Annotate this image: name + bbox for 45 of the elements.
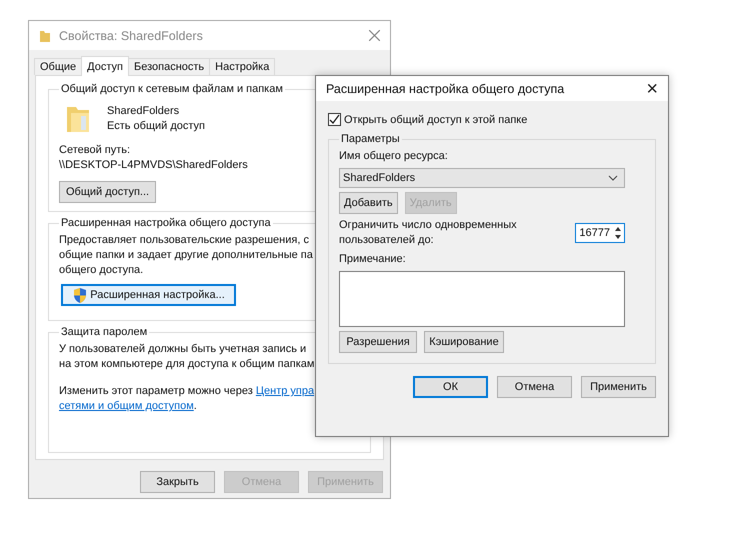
checkbox-label: Открыть общий доступ к этой папке — [344, 114, 528, 126]
tab[interactable]: Настройка — [209, 58, 276, 75]
advanced-sharing-button[interactable]: Расширенная настройка... — [61, 284, 236, 306]
dialog-button[interactable]: Закрыть — [140, 471, 215, 493]
description-text: на этом компьютере для доступа к общим папкам — [59, 357, 314, 372]
folder-icon — [39, 28, 51, 42]
field-label: Примечание: — [339, 252, 406, 267]
dialog-button[interactable]: Отмена — [497, 376, 572, 398]
path-label: Сетевой путь: — [59, 143, 130, 158]
description-text: Предоставляет пользовательские разрешения, с — [59, 233, 309, 248]
dialog-button[interactable]: Добавить — [339, 192, 398, 214]
description-text: У пользователей должны быть учетная запись и — [59, 342, 306, 357]
user-limit-spinner[interactable]: 16777 — [575, 223, 625, 243]
comment-field[interactable] — [339, 271, 625, 327]
group-heading: Расширенная настройка общего доступа — [60, 216, 272, 231]
folder-name: SharedFolders — [107, 104, 180, 119]
share-status: Есть общий доступ — [107, 119, 206, 134]
dialog-button[interactable]: Кэширование — [424, 331, 504, 353]
group-heading: Параметры — [340, 132, 401, 147]
dialog-title: Расширенная настройка общего доступа — [326, 82, 566, 96]
description-text: Изменить этот параметр можно через — [59, 385, 254, 397]
group-heading: Общий доступ к сетевым файлам и папкам — [60, 82, 284, 97]
shield-icon — [72, 286, 88, 304]
dialog-button[interactable]: Применить — [581, 376, 656, 398]
description-text: общие папки и задает другие дополнительные па — [59, 248, 313, 263]
link[interactable]: Центр упра — [256, 385, 314, 397]
tab[interactable]: Общие — [34, 58, 82, 75]
field-label: пользователей до: — [339, 233, 435, 248]
field-label: Ограничить число одновременных — [339, 218, 517, 233]
link[interactable]: сетями и общим доступом — [59, 400, 194, 412]
window-title: Свойства: SharedFolders — [59, 28, 204, 42]
dialog-button[interactable]: Разрешения — [339, 331, 417, 353]
checkbox[interactable] — [328, 113, 341, 126]
close-button[interactable]: × — [646, 78, 658, 98]
dialog-button[interactable]: ОК — [413, 376, 488, 398]
share-button[interactable]: Общий доступ... — [59, 181, 156, 203]
network-path: \\DESKTOP-L4PMVDS\SharedFolders — [59, 158, 248, 173]
chevron-down-icon — [608, 175, 618, 181]
field-label: Имя общего ресурса: — [339, 149, 448, 164]
tab[interactable]: Доступ — [81, 56, 129, 76]
period-text: . — [194, 400, 197, 412]
close-icon[interactable] — [369, 30, 380, 41]
share-name-dropdown[interactable]: SharedFolders — [339, 168, 625, 188]
group-heading: Защита паролем — [60, 325, 148, 340]
description-text: общего доступа. — [59, 263, 144, 278]
